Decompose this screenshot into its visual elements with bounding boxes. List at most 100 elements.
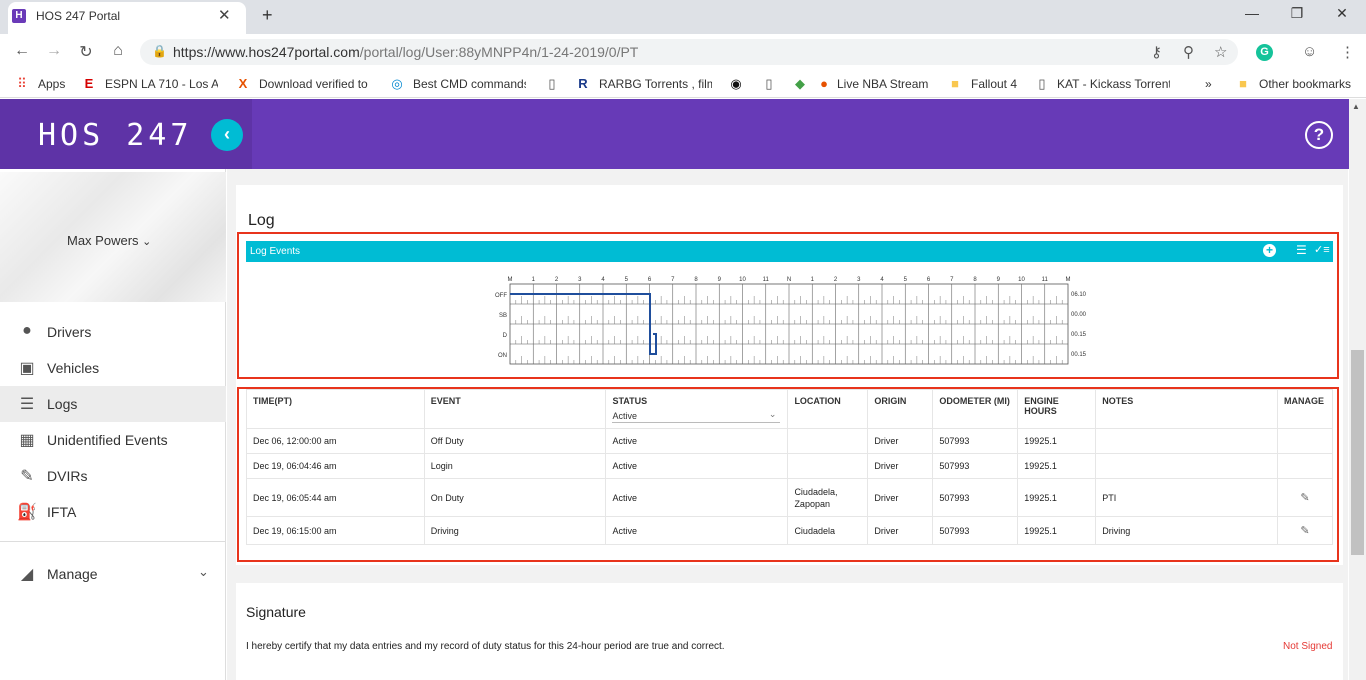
cell-time: Dec 19, 06:05:44 am bbox=[246, 478, 425, 517]
edit-icon[interactable]: ✎ bbox=[1300, 525, 1309, 537]
forward-icon[interactable]: → bbox=[44, 42, 64, 60]
table-row[interactable]: Dec 19, 06:05:44 am On Duty Active Ciuda… bbox=[246, 478, 1334, 517]
signature-status: Not Signed bbox=[1283, 641, 1333, 652]
sidebar-item-manage[interactable]: ◢ Manage ⌄ bbox=[0, 556, 226, 592]
cell-status: Active bbox=[605, 478, 789, 517]
bookmark-cmd[interactable]: Best CMD commands bbox=[413, 77, 526, 91]
cell-odometer: 507993 bbox=[932, 516, 1019, 545]
spotify-icon[interactable]: ◉ bbox=[729, 76, 743, 92]
bookmark-kat[interactable]: KAT - Kickass Torrent bbox=[1057, 77, 1170, 91]
bookmark-fallout[interactable]: Fallout 4 bbox=[971, 77, 1017, 91]
sidebar-item-label: Logs bbox=[47, 396, 78, 412]
url-text[interactable]: https://www.hos247portal.com/portal/log/… bbox=[173, 44, 638, 60]
cmd-icon: ◎ bbox=[391, 76, 403, 91]
edit-icon[interactable]: ✎ bbox=[1300, 492, 1309, 504]
col-time[interactable]: TIME(PT) bbox=[246, 389, 425, 429]
col-odometer[interactable]: ODOMETER (MI) bbox=[932, 389, 1019, 429]
bookmark-apps[interactable]: Apps bbox=[38, 77, 65, 91]
cell-notes bbox=[1095, 428, 1278, 454]
menu-icon[interactable]: ⋮ bbox=[1340, 43, 1355, 61]
col-manage: MANAGE bbox=[1276, 389, 1334, 429]
folder-icon: ■ bbox=[951, 76, 959, 91]
hour-label: M bbox=[508, 277, 513, 283]
url-host: https://www.hos247portal.com bbox=[173, 44, 360, 60]
bookmark-download[interactable]: Download verified to bbox=[259, 77, 372, 91]
scroll-up-icon[interactable]: ▲ bbox=[1352, 102, 1360, 111]
maximize-icon[interactable]: ❐ bbox=[1277, 5, 1317, 22]
zoom-icon[interactable]: ⚲ bbox=[1183, 43, 1194, 61]
table-header-row: TIME(PT) EVENT STATUS Active LOCATION ORI… bbox=[246, 389, 1334, 429]
table-row[interactable]: Dec 19, 06:04:46 am Login Active Driver … bbox=[246, 453, 1334, 479]
cell-event: On Duty bbox=[423, 478, 607, 517]
back-icon[interactable]: ← bbox=[12, 42, 32, 60]
bus-icon: ▣ bbox=[19, 360, 35, 377]
cell-event: Driving bbox=[423, 516, 607, 545]
home-icon[interactable]: ⌂ bbox=[108, 42, 128, 60]
events-table: TIME(PT) EVENT STATUS Active LOCATION ORI… bbox=[246, 389, 1334, 545]
cell-odometer: 507993 bbox=[932, 478, 1019, 517]
hour-label: 8 bbox=[694, 277, 698, 283]
list-view-icon[interactable]: ☰ bbox=[1296, 243, 1307, 257]
new-tab-icon[interactable]: + bbox=[262, 5, 273, 26]
col-status: STATUS Active bbox=[605, 389, 789, 429]
col-notes[interactable]: NOTES bbox=[1095, 389, 1278, 429]
col-event[interactable]: EVENT bbox=[423, 389, 607, 429]
bookmark-rarbg[interactable]: RARBG Torrents , film bbox=[599, 77, 712, 91]
row-total: 06.10 bbox=[1071, 292, 1087, 298]
bookmark-other[interactable]: Other bookmarks bbox=[1259, 77, 1351, 91]
key-icon[interactable]: ⚷ bbox=[1151, 43, 1162, 61]
sidebar-item-dvirs[interactable]: ✎ DVIRs bbox=[0, 458, 226, 494]
cell-manage: ✎ bbox=[1276, 516, 1334, 545]
col-status-label[interactable]: STATUS bbox=[612, 396, 647, 406]
checklist-icon[interactable]: ✓≡ bbox=[1314, 243, 1330, 256]
page-title: Log bbox=[248, 212, 275, 229]
grammarly-icon[interactable]: G bbox=[1256, 44, 1273, 61]
bookmark-espn[interactable]: ESPN LA 710 - Los An bbox=[105, 77, 218, 91]
tab-close-icon[interactable]: ✕ bbox=[218, 6, 231, 24]
help-icon[interactable]: ? bbox=[1305, 121, 1333, 149]
chevron-down-icon: ⌄ bbox=[198, 564, 209, 579]
add-event-icon[interactable]: + bbox=[1263, 244, 1276, 257]
minimize-icon[interactable]: — bbox=[1232, 5, 1272, 21]
profile-icon[interactable]: ☺ bbox=[1302, 43, 1317, 60]
hour-label: 4 bbox=[880, 277, 884, 283]
leaf-icon: ◆ bbox=[795, 76, 805, 91]
user-menu[interactable]: Max Powers ⌄ bbox=[67, 233, 151, 248]
scrollbar-thumb[interactable] bbox=[1351, 350, 1364, 555]
user-name: Max Powers bbox=[67, 233, 139, 248]
sidebar-item-ifta[interactable]: ⛽ IFTA bbox=[0, 494, 226, 530]
reload-icon[interactable]: ↻ bbox=[76, 42, 96, 62]
sidebar-item-unidentified-events[interactable]: ▦ Unidentified Events bbox=[0, 422, 226, 458]
sidebar-item-drivers[interactable]: ● Drivers bbox=[0, 314, 226, 350]
hour-label: 5 bbox=[625, 277, 629, 283]
cell-time: Dec 06, 12:00:00 am bbox=[246, 428, 425, 454]
sidebar-collapse-button[interactable]: ‹ bbox=[211, 119, 243, 151]
status-filter-select[interactable]: Active bbox=[612, 409, 781, 423]
col-location[interactable]: LOCATION bbox=[787, 389, 869, 429]
table-row[interactable]: Dec 19, 06:15:00 am Driving Active Ciuda… bbox=[246, 516, 1334, 545]
hour-label: 9 bbox=[718, 277, 722, 283]
row-label: SB bbox=[499, 313, 507, 319]
sidebar-item-logs[interactable]: ☰ Logs bbox=[0, 386, 226, 422]
page-icon: ▯ bbox=[1038, 76, 1046, 91]
url-path: /portal/log/User:88yMNPP4n/1-24-2019/0/P… bbox=[359, 44, 639, 60]
hour-label: 1 bbox=[532, 277, 536, 283]
sidebar-item-vehicles[interactable]: ▣ Vehicles bbox=[0, 350, 226, 386]
signature-card bbox=[236, 583, 1343, 680]
page-icon[interactable]: ▯ bbox=[762, 76, 776, 92]
hour-label: 6 bbox=[927, 277, 931, 283]
cell-engine-hours: 19925.1 bbox=[1017, 428, 1097, 454]
cell-status: Active bbox=[605, 428, 789, 454]
col-origin[interactable]: ORIGIN bbox=[867, 389, 934, 429]
page-icon[interactable]: ▯ bbox=[545, 76, 559, 92]
hour-label: 7 bbox=[950, 277, 954, 283]
bookmarks-overflow[interactable]: » bbox=[1205, 77, 1212, 91]
table-row[interactable]: Dec 06, 12:00:00 am Off Duty Active Driv… bbox=[246, 428, 1334, 454]
log-events-header bbox=[246, 241, 1333, 262]
bookmark-nba[interactable]: Live NBA Stream bbox=[837, 77, 930, 91]
cell-notes: Driving bbox=[1095, 516, 1278, 545]
star-icon[interactable]: ☆ bbox=[1214, 43, 1227, 61]
lock-icon[interactable]: 🔒 bbox=[152, 44, 167, 58]
window-close-icon[interactable]: ✕ bbox=[1322, 5, 1362, 22]
col-engine-hours[interactable]: ENGINE HOURS bbox=[1017, 389, 1097, 429]
